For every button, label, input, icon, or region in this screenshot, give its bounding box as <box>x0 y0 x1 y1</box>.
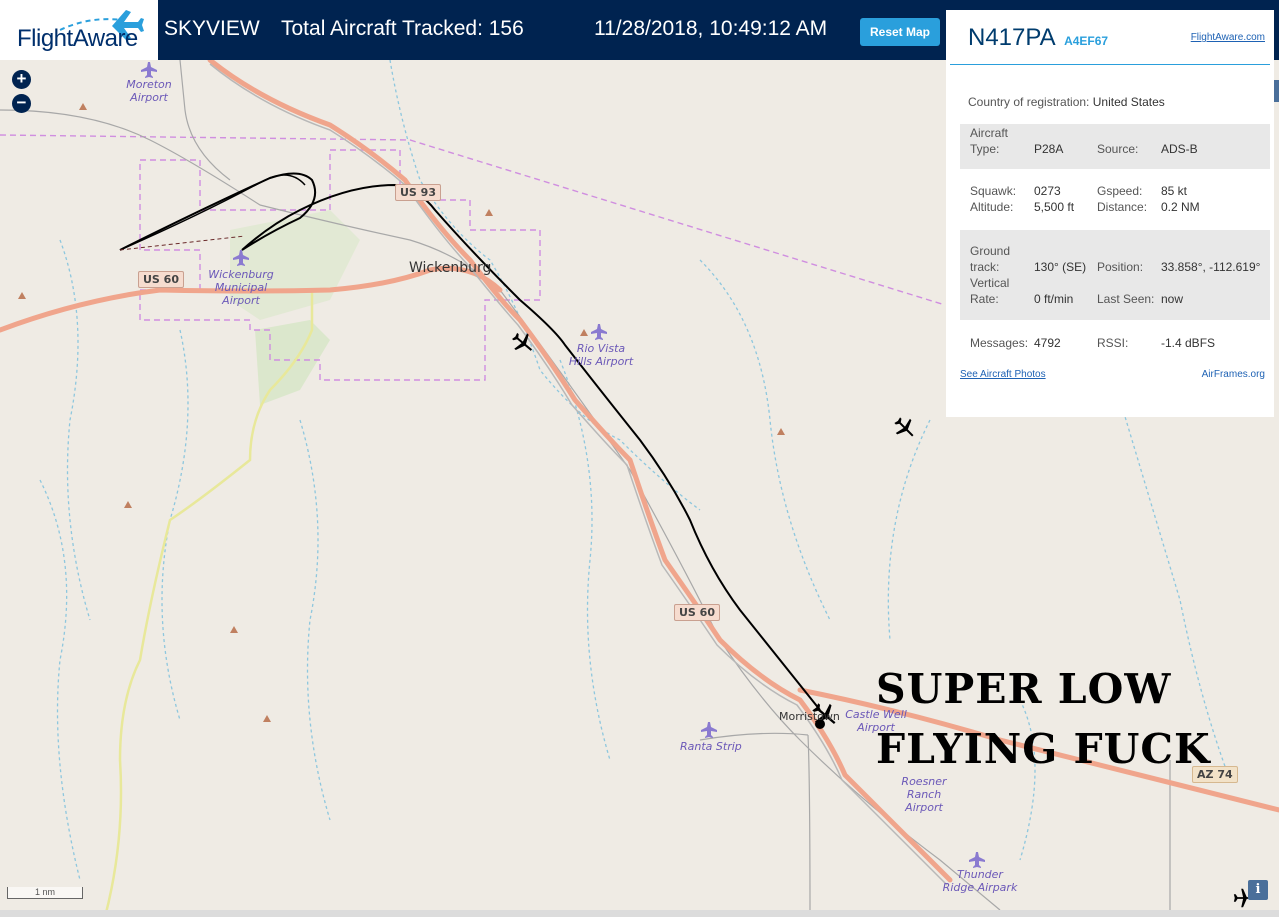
messages-value: 4792 <box>1034 336 1061 350</box>
country-label: Country of registration: <box>968 95 1090 109</box>
hex-code: A4EF67 <box>1064 34 1109 48</box>
country-value: United States <box>1092 95 1165 109</box>
gspeed-label: Gspeed: <box>1097 184 1143 198</box>
scale-bar: 1 nm <box>7 887 83 899</box>
info-button[interactable]: i <box>1248 880 1268 900</box>
route-shield: US 93 <box>395 184 441 201</box>
overlay-caption-line1: SUPER LOW <box>876 665 1172 713</box>
squawk-label: Squawk: <box>970 184 1017 198</box>
aircraft-type-label: Aircraft Type: <box>970 126 1009 156</box>
flightaware-link[interactable]: FlightAware.com <box>1191 32 1265 43</box>
ground-track-label: Ground track: <box>970 244 1011 274</box>
datetime: 11/28/2018, 10:49:12 AM <box>594 17 828 40</box>
logo-text: FlightAware <box>17 25 138 52</box>
aircraft-type-value: P28A <box>1034 142 1064 156</box>
source-value: ADS-B <box>1161 142 1198 156</box>
rssi-value: -1.4 dBFS <box>1161 336 1216 350</box>
overlay-caption-line2: FLYING FUCK <box>876 725 1211 773</box>
altitude-value: 5,500 ft <box>1034 200 1075 214</box>
airport-label: Moreton Airport <box>126 78 172 104</box>
rssi-label: RSSI: <box>1097 336 1129 350</box>
route-shield: US 60 <box>138 271 184 288</box>
view-title: SKYVIEW <box>164 17 260 40</box>
ground-track-value: 130° (SE) <box>1034 260 1087 274</box>
messages-label: Messages: <box>970 336 1029 350</box>
gspeed-value: 85 kt <box>1161 184 1188 198</box>
zoom-out-button[interactable]: − <box>12 94 31 113</box>
last-seen-value: now <box>1161 292 1184 306</box>
distance-value: 0.2 NM <box>1161 200 1200 214</box>
town-label: Morristown <box>779 710 840 723</box>
distance-label: Distance: <box>1097 200 1148 214</box>
route-shield: US 60 <box>674 604 720 621</box>
airport-label: Rio Vista Hills Airport <box>568 342 634 368</box>
registration: N417PA <box>968 24 1056 51</box>
aircraft-info-panel: N417PA A4EF67 FlightAware.com Country of… <box>946 10 1274 417</box>
altitude-label: Altitude: <box>970 200 1014 214</box>
total-tracked: Total Aircraft Tracked: 156 <box>281 17 524 40</box>
last-seen-label: Last Seen: <box>1097 292 1155 306</box>
aircraft-icon-other[interactable] <box>892 415 918 441</box>
airframes-link[interactable]: AirFrames.org <box>1202 369 1265 380</box>
type-source-box: Aircraft Type: P28A Source: ADS-B <box>960 124 1270 169</box>
source-label: Source: <box>1097 142 1139 156</box>
panel-divider <box>950 64 1270 65</box>
zoom-in-button[interactable]: + <box>12 70 31 89</box>
reset-map-button[interactable]: Reset Map <box>860 18 940 46</box>
position-label: Position: <box>1097 260 1144 274</box>
airport-label: Thunder Ridge Airpark <box>942 868 1018 894</box>
vertical-rate-label: Vertical Rate: <box>970 276 1010 306</box>
vertical-rate-value: 0 ft/min <box>1034 292 1074 306</box>
country-row: Country of registration: United States <box>968 95 1165 109</box>
side-tab[interactable] <box>1274 80 1279 102</box>
town-label: Wickenburg <box>409 260 492 276</box>
position-value: 33.858°, -112.619° <box>1161 260 1261 274</box>
aircraft-icon[interactable] <box>510 330 536 356</box>
flightaware-logo[interactable]: FlightAware <box>0 0 158 60</box>
horizontal-scrollbar[interactable] <box>0 910 1279 917</box>
airport-label: Wickenburg Municipal Airport <box>208 268 274 307</box>
airport-label: Ranta Strip <box>680 740 742 753</box>
squawk-value: 0273 <box>1034 184 1061 198</box>
panel-header: N417PA A4EF67 <box>968 24 1108 52</box>
airport-label: Roesner Ranch Airport <box>901 775 947 814</box>
see-aircraft-photos-link[interactable]: See Aircraft Photos <box>960 369 1046 380</box>
track-position-box: Ground track: 130° (SE) Position: 33.858… <box>960 230 1270 320</box>
